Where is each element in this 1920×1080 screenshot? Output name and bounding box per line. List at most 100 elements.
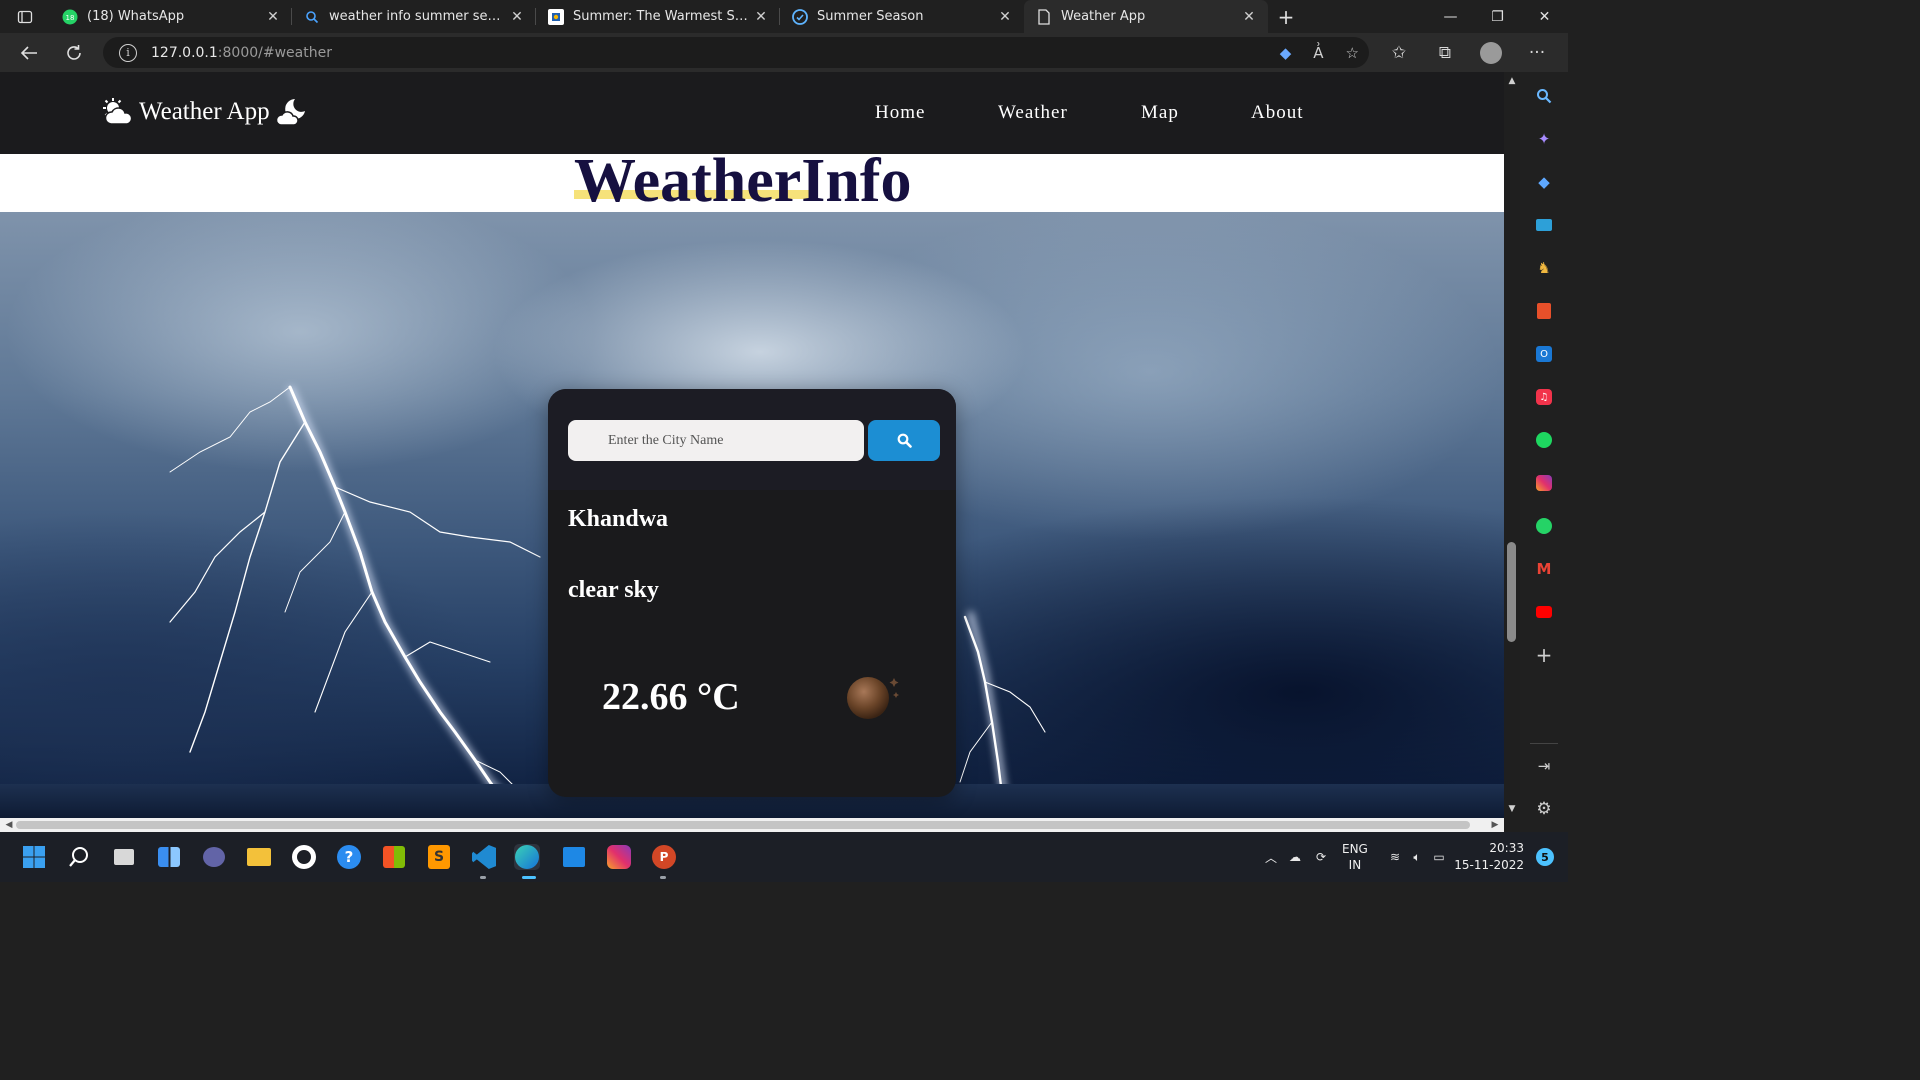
tab-actions-button[interactable] [0,0,50,33]
quick-settings[interactable]: ≋ 🔈︎ ▭ [1384,832,1450,882]
site-brand[interactable]: Weather App [101,95,308,129]
scroll-left-icon[interactable]: ◀ [2,818,16,832]
teams-chat-icon[interactable] [201,844,227,870]
city-search-input[interactable] [568,420,864,461]
close-tab-icon[interactable]: ✕ [752,9,770,25]
file-explorer-icon[interactable] [246,844,272,870]
horizontal-scrollbar[interactable]: ◀ ▶ [0,818,1504,832]
wifi-icon: ≋ [1389,850,1401,864]
restore-icon[interactable]: ❐ [1474,0,1521,33]
close-tab-icon[interactable]: ✕ [1240,9,1258,25]
onedrive-icon[interactable]: ☁ [1280,850,1310,864]
tab-britannica[interactable]: Summer: The Warmest Season | ✕ [536,0,780,33]
minimize-icon[interactable]: — [1427,0,1474,33]
tab-whatsapp[interactable]: 18 (18) WhatsApp ✕ [50,0,292,33]
help-icon[interactable]: ? [336,844,362,870]
sidebar-whatsapp-icon[interactable] [1532,514,1556,538]
sublime-text-icon[interactable]: S [426,844,452,870]
github-icon[interactable] [291,844,317,870]
taskbar-search-icon[interactable] [66,844,92,870]
edge-icon [792,8,808,25]
page-icon [1036,8,1052,25]
vscode-icon[interactable] [471,844,497,870]
site-info-icon[interactable]: i [119,43,137,62]
page-viewport: Weather App Home Weather Map About Weath… [0,72,1504,818]
sidebar-youtube-icon[interactable] [1532,600,1556,624]
close-tab-icon[interactable]: ✕ [996,9,1014,25]
sidebar-discover-icon[interactable]: ✦ [1532,127,1556,151]
widgets-icon[interactable] [156,844,182,870]
sidebar-gmail-icon[interactable]: M [1532,557,1556,581]
close-tab-icon[interactable]: ✕ [508,9,526,25]
nav-home-link[interactable]: Home [875,102,998,124]
nav-map-link[interactable]: Map [1141,102,1251,124]
heading-band: WeatherInfo [0,147,1504,215]
clock-time: 20:33 [1489,841,1524,855]
sidebar-office-icon[interactable] [1532,299,1556,323]
browser-toolbar-right: ✩ ⧉ ··· [1376,33,1560,72]
remote-desktop-icon[interactable] [561,844,587,870]
microsoft-store-icon[interactable] [381,844,407,870]
vertical-scrollbar[interactable]: ▲ ▼ [1504,72,1520,818]
scrollbar-corner [1504,818,1520,832]
sidebar-spotify-icon[interactable] [1532,428,1556,452]
windows-start-icon[interactable] [21,844,47,870]
sync-icon[interactable]: ⟳ [1310,850,1332,864]
close-tab-icon[interactable]: ✕ [264,9,282,25]
search-icon [897,433,912,448]
page-title: WeatherInfo [574,146,912,216]
system-tray: ︿ ☁ ⟳ [1262,832,1332,882]
add-favorite-icon[interactable]: ☆ [1346,44,1359,62]
task-view-icon[interactable] [111,844,137,870]
nav-about-link[interactable]: About [1251,102,1304,124]
sidebar-search-icon[interactable] [1532,84,1556,108]
site-navbar: Weather App Home Weather Map About [0,72,1504,154]
tab-search[interactable]: weather info summer seasion - S ✕ [292,0,536,33]
sidebar-add-icon[interactable]: + [1532,643,1556,667]
edge-browser-icon[interactable] [514,844,540,870]
window-controls: — ❐ ✕ [1427,0,1568,33]
read-aloud-icon[interactable]: A͗ [1313,44,1323,62]
sidebar-settings-icon[interactable]: ⚙ [1532,797,1556,821]
sidebar-music-icon[interactable]: ♫ [1532,385,1556,409]
new-tab-button[interactable]: + [1268,5,1304,29]
language-indicator[interactable]: ENG IN [1342,841,1368,873]
sidebar-shopping-icon[interactable]: ◆ [1532,170,1556,194]
tab-summer-season[interactable]: Summer Season ✕ [780,0,1024,33]
tab-title: Summer: The Warmest Season | [573,9,752,24]
collections-icon[interactable]: ⧉ [1422,33,1468,72]
scroll-down-icon[interactable]: ▼ [1504,804,1520,814]
nav-weather-link[interactable]: Weather [998,102,1141,124]
profile-button[interactable] [1468,33,1514,72]
instagram-icon[interactable] [606,844,632,870]
powerpoint-icon[interactable]: P [651,844,677,870]
coupon-tag-icon[interactable]: ◆ [1280,44,1292,62]
favorites-icon[interactable]: ✩ [1376,33,1422,72]
system-clock[interactable]: 20:33 15-11-2022 [1454,840,1524,874]
show-hidden-icons-icon[interactable]: ︿ [1262,849,1280,866]
page-title-text: WeatherInfo [574,147,912,215]
search-button[interactable] [868,420,940,461]
sidebar-hide-icon[interactable]: ⇥ [1532,754,1556,778]
browser-toolbar: i 127.0.0.1:8000/#weather ◆ A͗ ☆ ✩ ⧉ ··· [0,33,1568,72]
back-button[interactable] [6,33,51,72]
tab-title: Summer Season [817,9,924,24]
tab-weather-app[interactable]: Weather App ✕ [1024,0,1268,33]
notification-badge[interactable]: 5 [1536,848,1554,866]
search-icon [304,9,320,25]
sidebar-outlook-icon[interactable]: O [1532,342,1556,366]
scroll-right-icon[interactable]: ▶ [1488,818,1502,832]
more-menu-icon[interactable]: ··· [1514,33,1560,72]
active-indicator [522,876,536,879]
vertical-scroll-thumb[interactable] [1507,542,1516,642]
sidebar-tools-icon[interactable] [1532,213,1556,237]
close-window-icon[interactable]: ✕ [1521,0,1568,33]
address-bar-actions: ◆ A͗ ☆ [1280,37,1359,68]
temperature-value: 22.66 °C [602,676,740,718]
sidebar-instagram-icon[interactable] [1532,471,1556,495]
sidebar-games-icon[interactable]: ♞ [1532,256,1556,280]
horizontal-scroll-thumb[interactable] [16,821,1470,829]
refresh-button[interactable] [51,33,96,72]
address-bar[interactable]: i 127.0.0.1:8000/#weather ◆ A͗ ☆ [103,37,1369,68]
scroll-up-icon[interactable]: ▲ [1504,76,1520,86]
